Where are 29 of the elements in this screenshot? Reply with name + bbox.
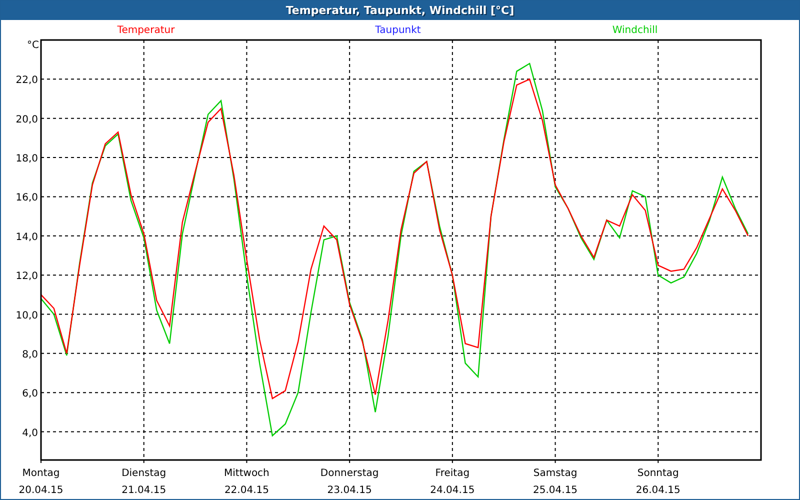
y-tick-label: 6,0 [22,388,38,400]
date-label: 22.04.15 [224,485,269,496]
weekday-label: Sonntag [637,468,679,479]
legend-label: Taupunkt [375,25,421,36]
weekday-label: Donnerstag [320,468,379,479]
date-label: 23.04.15 [327,485,372,496]
y-tick-label: 14,0 [16,232,38,243]
weekday-label: Freitag [435,468,470,479]
weekday-label: Dienstag [122,468,166,479]
date-label: 20.04.15 [18,485,64,496]
weekday-label: Montag [22,468,60,479]
date-label: 21.04.15 [122,485,166,496]
legend-label: Temperatur [117,25,175,36]
y-axis-unit: °C [27,40,39,51]
date-label: 26.04.15 [636,485,680,496]
date-label: 24.04.15 [430,485,475,496]
y-tick-label: 8,0 [22,349,38,360]
weekday-label: Mittwoch [224,468,270,479]
window-title: Temperatur, Taupunkt, Windchill [°C] [286,4,514,17]
legend-label: Windchill [612,25,658,36]
y-tick-label: 10,0 [16,310,38,322]
y-tick-label: 18,0 [16,154,38,165]
date-label: 25.04.15 [533,485,578,496]
weekday-label: Samstag [533,468,578,479]
y-tick-label: 16,0 [16,192,38,204]
y-tick-label: 20,0 [16,114,38,126]
y-tick-label: 4,0 [22,428,38,439]
y-tick-label: 22,0 [16,75,38,86]
y-tick-label: 12,0 [16,271,38,282]
